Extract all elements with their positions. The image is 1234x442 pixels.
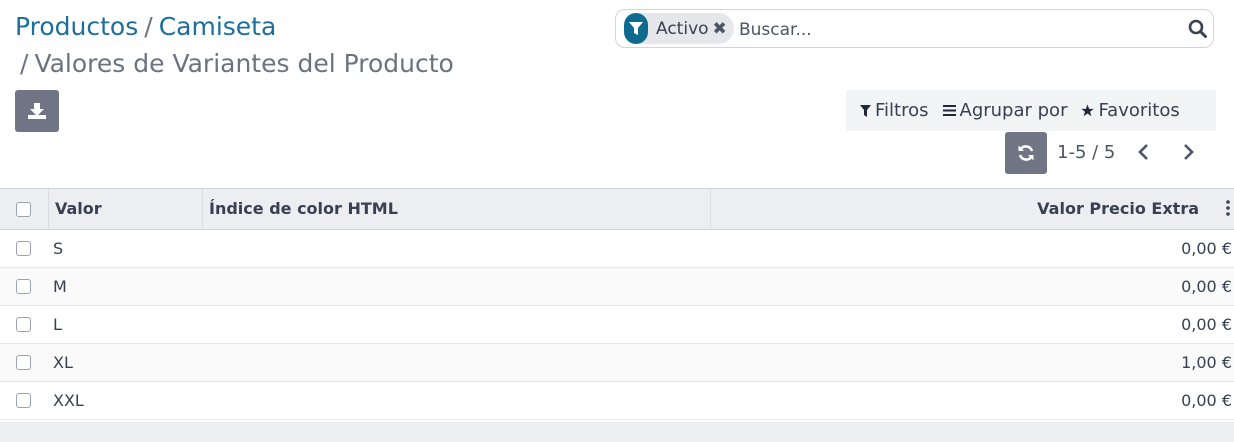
favorites-label: Favoritos bbox=[1098, 100, 1180, 121]
breadcrumb-current: Valores de Variantes del Producto bbox=[34, 49, 454, 78]
refresh-button[interactable] bbox=[1005, 132, 1047, 174]
table-row[interactable]: XXL 0,00 € bbox=[0, 382, 1234, 420]
filters-button[interactable]: Filtros bbox=[846, 100, 929, 121]
download-icon bbox=[28, 103, 46, 119]
star-icon bbox=[1081, 104, 1095, 117]
facet-label: Activo bbox=[656, 18, 709, 39]
row-checkbox[interactable] bbox=[16, 393, 31, 408]
options-icon[interactable] bbox=[1226, 200, 1230, 220]
column-header-color-index[interactable]: Índice de color HTML bbox=[209, 199, 398, 218]
column-divider bbox=[48, 189, 49, 230]
filters-label: Filtros bbox=[875, 100, 929, 121]
refresh-icon bbox=[1018, 145, 1034, 161]
cell-valor: XXL bbox=[53, 391, 84, 410]
cell-price-extra: 0,00 € bbox=[1181, 277, 1232, 296]
column-header-valor[interactable]: Valor bbox=[55, 199, 102, 218]
list-table: Valor Índice de color HTML Valor Precio … bbox=[0, 188, 1234, 420]
row-checkbox[interactable] bbox=[16, 355, 31, 370]
cell-valor: M bbox=[53, 277, 67, 296]
cell-valor: S bbox=[53, 239, 64, 258]
table-row[interactable]: M 0,00 € bbox=[0, 268, 1234, 306]
search-input[interactable] bbox=[739, 16, 1159, 43]
search-icon[interactable] bbox=[1188, 19, 1207, 42]
favorites-button[interactable]: Favoritos bbox=[1067, 100, 1180, 121]
row-checkbox[interactable] bbox=[16, 279, 31, 294]
select-all-checkbox[interactable] bbox=[16, 202, 31, 217]
column-divider bbox=[202, 189, 203, 230]
cell-price-extra: 0,00 € bbox=[1181, 239, 1232, 258]
group-by-button[interactable]: Agrupar por bbox=[929, 100, 1068, 121]
cell-price-extra: 0,00 € bbox=[1181, 315, 1232, 334]
chevron-left-icon[interactable] bbox=[1134, 142, 1154, 166]
group-by-label: Agrupar por bbox=[959, 100, 1068, 121]
breadcrumb-separator: / bbox=[144, 12, 153, 41]
row-checkbox[interactable] bbox=[16, 241, 31, 256]
cell-price-extra: 0,00 € bbox=[1181, 391, 1232, 410]
table-row[interactable]: S 0,00 € bbox=[0, 230, 1234, 268]
row-checkbox[interactable] bbox=[16, 317, 31, 332]
cell-valor: XL bbox=[53, 353, 73, 372]
page-title: / Valores de Variantes del Producto bbox=[20, 47, 454, 81]
filter-icon bbox=[624, 13, 648, 44]
table-footer bbox=[0, 422, 1234, 442]
table-header: Valor Índice de color HTML Valor Precio … bbox=[0, 188, 1234, 230]
breadcrumb-camiseta[interactable]: Camiseta bbox=[159, 12, 277, 41]
pager-value[interactable]: 1-5 / 5 bbox=[1057, 141, 1115, 165]
breadcrumb-separator: / bbox=[20, 49, 29, 78]
table-row[interactable]: XL 1,00 € bbox=[0, 344, 1234, 382]
search-facet: Activo ✖ bbox=[624, 13, 734, 44]
cell-price-extra: 1,00 € bbox=[1181, 353, 1232, 372]
download-button[interactable] bbox=[15, 90, 59, 132]
filter-icon bbox=[860, 104, 871, 117]
search-options-toolbar: Filtros Agrupar por Favoritos bbox=[846, 90, 1216, 131]
column-header-price-extra[interactable]: Valor Precio Extra bbox=[1037, 199, 1199, 218]
chevron-right-icon[interactable] bbox=[1178, 142, 1198, 166]
bars-icon bbox=[942, 105, 956, 116]
table-row[interactable]: L 0,00 € bbox=[0, 306, 1234, 344]
breadcrumb: Productos / Camiseta bbox=[15, 10, 276, 44]
column-divider bbox=[710, 189, 711, 230]
cell-valor: L bbox=[53, 315, 62, 334]
close-icon[interactable]: ✖ bbox=[713, 19, 734, 39]
breadcrumb-productos[interactable]: Productos bbox=[15, 12, 138, 41]
search-bar: Activo ✖ bbox=[615, 9, 1214, 48]
